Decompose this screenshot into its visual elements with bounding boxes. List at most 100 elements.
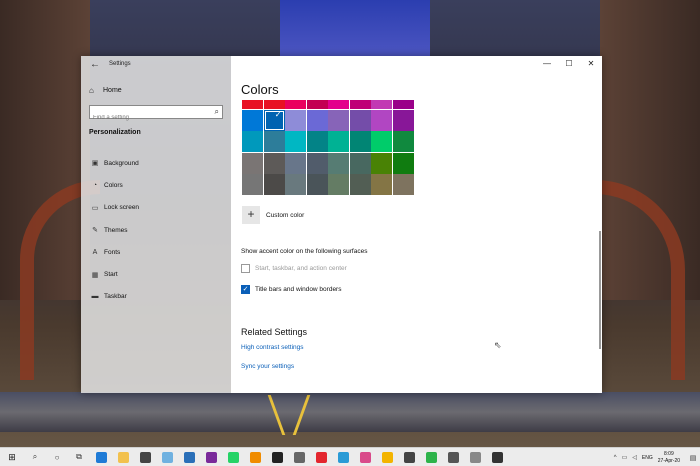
vlc-icon[interactable] (244, 448, 266, 466)
title-bars-checkbox-row[interactable]: ✓ Title bars and window borders (241, 285, 341, 294)
photos-icon[interactable] (288, 448, 310, 466)
network-icon[interactable]: ▭ (622, 454, 628, 461)
color-swatch[interactable] (371, 174, 392, 195)
title-bars-checkbox[interactable]: ✓ (241, 285, 250, 294)
whatsapp-icon[interactable] (222, 448, 244, 466)
sidebar-item-taskbar[interactable]: ▬ Taskbar (81, 286, 231, 308)
sidebar-item-start[interactable]: ▦ Start (81, 263, 231, 285)
color-swatch[interactable] (285, 100, 306, 109)
search-box[interactable]: ⌕ (89, 105, 223, 124)
color-swatch[interactable] (371, 109, 392, 131)
paint-icon[interactable] (354, 448, 376, 466)
color-swatch[interactable] (328, 131, 349, 152)
sidebar-item-fonts[interactable]: A Fonts (81, 241, 231, 263)
custom-color-button[interactable]: + Custom color (242, 206, 304, 224)
terminal-icon[interactable] (266, 448, 288, 466)
swatch-row (242, 100, 414, 110)
sync-settings-link[interactable]: Sync your settings (241, 363, 294, 370)
sidebar-item-colors[interactable]: ◔ Colors (81, 174, 231, 196)
chevron-up-icon[interactable]: ^ (614, 455, 617, 461)
color-swatch[interactable] (392, 109, 414, 131)
close-button[interactable]: ✕ (580, 56, 602, 71)
settings-window: ← Settings ⌂ Home ⌕ Personalization ▣ Bac… (81, 56, 602, 393)
color-swatch[interactable] (328, 174, 349, 195)
edge-icon[interactable] (90, 448, 112, 466)
color-swatch[interactable] (328, 100, 349, 109)
start-taskbar-checkbox[interactable] (241, 264, 250, 273)
color-swatch[interactable] (263, 174, 285, 195)
volume-icon[interactable]: ◁ (632, 454, 637, 461)
color-swatch[interactable] (371, 100, 392, 109)
color-swatch[interactable] (349, 152, 371, 174)
settings-icon[interactable] (442, 448, 464, 466)
start-taskbar-checkbox-row[interactable]: Start, taskbar, and action center (241, 264, 347, 273)
high-contrast-link[interactable]: High contrast settings (241, 344, 304, 351)
task-view-icon[interactable]: ⧉ (68, 452, 90, 462)
color-swatch[interactable] (328, 152, 349, 174)
maximize-button[interactable]: ☐ (558, 56, 580, 71)
chrome-icon[interactable] (376, 448, 398, 466)
color-swatch[interactable] (285, 152, 306, 174)
language-indicator[interactable]: ENG (642, 455, 653, 461)
color-swatch[interactable] (285, 109, 306, 131)
section-title: Personalization (89, 129, 141, 136)
back-arrow-icon[interactable]: ← (90, 59, 100, 70)
cortana-icon[interactable]: ○ (46, 453, 68, 462)
browser-icon[interactable] (332, 448, 354, 466)
color-swatch[interactable] (392, 152, 414, 174)
color-swatch[interactable] (349, 100, 371, 109)
color-swatch[interactable] (263, 131, 285, 152)
mail-icon[interactable] (178, 448, 200, 466)
color-swatch[interactable] (306, 100, 328, 109)
store-icon[interactable] (134, 448, 156, 466)
color-swatch[interactable] (349, 109, 371, 131)
sidebar-item-lock-screen[interactable]: ▭ Lock screen (81, 197, 231, 219)
file-explorer-icon[interactable] (112, 448, 134, 466)
color-swatch[interactable] (349, 131, 371, 152)
minimize-button[interactable]: — (536, 56, 558, 71)
window-title: Settings (109, 61, 131, 67)
color-swatch[interactable] (392, 174, 414, 195)
sidebar-item-background[interactable]: ▣ Background (81, 152, 231, 174)
color-swatch[interactable] (306, 131, 328, 152)
color-swatch[interactable] (285, 174, 306, 195)
color-swatch[interactable] (349, 174, 371, 195)
color-swatch[interactable] (242, 131, 263, 152)
color-swatch[interactable] (285, 131, 306, 152)
color-swatch[interactable] (263, 152, 285, 174)
color-swatch[interactable] (371, 152, 392, 174)
color-swatch[interactable] (263, 100, 285, 109)
green-app-icon[interactable] (420, 448, 442, 466)
color-swatch[interactable] (306, 109, 328, 131)
search-input[interactable] (90, 112, 205, 124)
search-icon[interactable]: ⌕ (24, 452, 46, 462)
bag-icon[interactable] (398, 448, 420, 466)
scrollbar[interactable] (599, 231, 601, 349)
sidebar-item-themes[interactable]: ✎ Themes (81, 219, 231, 241)
start-button-windows-icon[interactable]: ⊞ (0, 452, 24, 463)
home-nav-item[interactable]: ⌂ Home (89, 86, 122, 95)
color-swatch[interactable] (392, 100, 414, 109)
opera-icon[interactable] (310, 448, 332, 466)
color-swatch[interactable] (306, 174, 328, 195)
color-swatch[interactable] (242, 100, 263, 109)
color-swatch[interactable] (306, 152, 328, 174)
onenote-icon[interactable] (200, 448, 222, 466)
color-swatch[interactable]: ✓ (263, 109, 285, 131)
color-swatch[interactable] (242, 109, 263, 131)
search-icon[interactable]: ⌕ (215, 107, 219, 117)
color-swatch[interactable] (371, 131, 392, 152)
color-swatch[interactable] (242, 152, 263, 174)
calendar-icon[interactable] (464, 448, 486, 466)
media-icon[interactable] (486, 448, 508, 466)
color-swatch[interactable] (328, 109, 349, 131)
app-glyph (491, 451, 503, 463)
swatch-row (242, 131, 414, 153)
clock-time: 8:09 (664, 450, 674, 457)
clock[interactable]: 8:09 27-Apr-20 (658, 451, 680, 465)
notepad-icon[interactable] (156, 448, 178, 466)
notification-icon[interactable]: ▤ (686, 454, 700, 462)
color-swatch[interactable] (242, 174, 263, 195)
color-swatch[interactable] (392, 131, 414, 152)
accent-color-grid: ✓ (242, 100, 414, 196)
